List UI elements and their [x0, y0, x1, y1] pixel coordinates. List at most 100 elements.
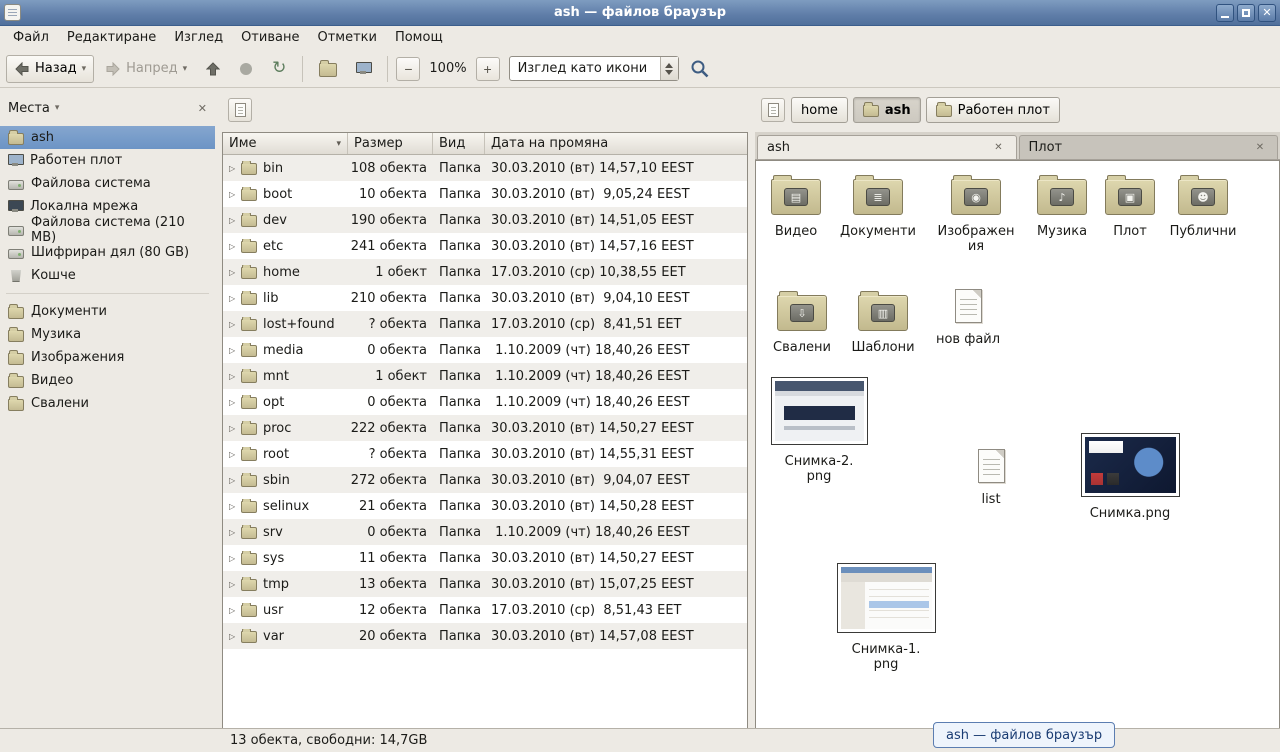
file-row[interactable]: ▷sbin272 обектаПапка30.03.2010 (вт) 9,04… — [223, 467, 747, 493]
sidebar-item[interactable]: Шифриран дял (80 GB) — [0, 241, 215, 264]
file-row[interactable]: ▷lost+found? обектаПапка17.03.2010 (ср) … — [223, 311, 747, 337]
expander-icon[interactable]: ▷ — [229, 190, 241, 199]
chevron-down-icon[interactable]: ▾ — [55, 103, 60, 113]
file-row[interactable]: ▷tmp13 обектаПапка30.03.2010 (вт) 15,07,… — [223, 571, 747, 597]
stop-button[interactable] — [231, 55, 261, 83]
column-header-date[interactable]: Дата на промяна — [485, 133, 747, 154]
expander-icon[interactable]: ▷ — [229, 242, 241, 251]
sidebar-close-icon[interactable]: ✕ — [198, 102, 207, 115]
icon-item[interactable]: ▤Видео — [756, 173, 836, 239]
expander-icon[interactable]: ▷ — [229, 502, 241, 511]
file-row[interactable]: ▷dev190 обектаПапка30.03.2010 (вт) 14,51… — [223, 207, 747, 233]
maximize-button[interactable] — [1237, 4, 1255, 22]
expander-icon[interactable]: ▷ — [229, 346, 241, 355]
icon-item[interactable]: ▥Шаблони — [843, 289, 923, 355]
icon-item[interactable]: Снимка-2. png — [770, 377, 868, 485]
menu-item[interactable]: Отиване — [232, 26, 308, 50]
expander-icon[interactable]: ▷ — [229, 372, 241, 381]
expander-icon[interactable]: ▷ — [229, 320, 241, 329]
file-row[interactable]: ▷mnt1 обектПапка 1.10.2009 (чт) 18,40,26… — [223, 363, 747, 389]
icon-item[interactable]: Снимка.png — [1080, 433, 1180, 521]
sidebar-item[interactable]: Кошче — [0, 264, 215, 287]
expander-icon[interactable]: ▷ — [229, 476, 241, 485]
expander-icon[interactable]: ▷ — [229, 268, 241, 277]
sidebar-item[interactable]: Работен плот — [0, 149, 215, 172]
icon-item[interactable]: ≣Документи — [838, 173, 918, 239]
icon-item[interactable]: ☻Публични — [1163, 173, 1243, 239]
file-row[interactable]: ▷srv0 обектаПапка 1.10.2009 (чт) 18,40,2… — [223, 519, 747, 545]
file-row[interactable]: ▷home1 обектПапка17.03.2010 (ср) 10,38,5… — [223, 259, 747, 285]
menu-item[interactable]: Отметки — [308, 26, 385, 50]
zoom-out-button[interactable]: − — [396, 57, 420, 81]
tab[interactable]: ash✕ — [757, 135, 1017, 159]
expander-icon[interactable]: ▷ — [229, 528, 241, 537]
spinner-icon[interactable] — [660, 57, 678, 80]
forward-button[interactable]: Напред ▾ — [97, 55, 195, 83]
expander-icon[interactable]: ▷ — [229, 398, 241, 407]
icon-item[interactable]: нов файл — [928, 289, 1008, 347]
icon-item[interactable]: list — [951, 449, 1031, 507]
expander-icon[interactable]: ▷ — [229, 580, 241, 589]
sidebar-item[interactable]: ash — [0, 126, 215, 149]
back-button[interactable]: Назад ▾ — [6, 55, 94, 83]
file-row[interactable]: ▷root? обектаПапка30.03.2010 (вт) 14,55,… — [223, 441, 747, 467]
expander-icon[interactable]: ▷ — [229, 606, 241, 615]
pane-splitter[interactable] — [215, 88, 222, 728]
file-row[interactable]: ▷selinux21 обектаПапка30.03.2010 (вт) 14… — [223, 493, 747, 519]
path-button[interactable]: ash — [853, 97, 921, 123]
titlebar[interactable]: ash — файлов браузър ✕ — [0, 0, 1280, 26]
sidebar-item[interactable]: Свалени — [0, 392, 215, 415]
taskbar-window-button[interactable]: ash — файлов браузър — [933, 722, 1115, 748]
sidebar-item[interactable]: Документи — [0, 300, 215, 323]
file-row[interactable]: ▷media0 обектаПапка 1.10.2009 (чт) 18,40… — [223, 337, 747, 363]
expander-icon[interactable]: ▷ — [229, 554, 241, 563]
tab-close-icon[interactable]: ✕ — [991, 140, 1007, 156]
sidebar-item[interactable]: Файлова система — [0, 172, 215, 195]
tab-close-icon[interactable]: ✕ — [1252, 140, 1268, 156]
sidebar-item[interactable]: Файлова система (210 MB) — [0, 218, 215, 241]
expander-icon[interactable]: ▷ — [229, 450, 241, 459]
expander-icon[interactable]: ▷ — [229, 216, 241, 225]
tab[interactable]: Плот✕ — [1019, 135, 1279, 159]
minimize-button[interactable] — [1216, 4, 1234, 22]
expander-icon[interactable]: ▷ — [229, 294, 241, 303]
menu-item[interactable]: Помощ — [386, 26, 452, 50]
close-button[interactable]: ✕ — [1258, 4, 1276, 22]
column-header-name[interactable]: Име ▾ — [223, 133, 348, 154]
expander-icon[interactable]: ▷ — [229, 424, 241, 433]
zoom-in-button[interactable]: + — [476, 57, 500, 81]
icon-item[interactable]: Снимка-1. png — [836, 563, 936, 673]
file-row[interactable]: ▷usr12 обектаПапка17.03.2010 (ср) 8,51,4… — [223, 597, 747, 623]
expander-icon[interactable]: ▷ — [229, 164, 241, 173]
column-header-size[interactable]: Размер — [348, 133, 433, 154]
location-toggle-button[interactable] — [228, 98, 252, 122]
file-row[interactable]: ▷etc241 обектаПапка30.03.2010 (вт) 14,57… — [223, 233, 747, 259]
sidebar-item[interactable]: Изображения — [0, 346, 215, 369]
file-row[interactable]: ▷bin108 обектаПапка30.03.2010 (вт) 14,57… — [223, 155, 747, 181]
file-row[interactable]: ▷boot10 обектаПапка30.03.2010 (вт) 9,05,… — [223, 181, 747, 207]
path-button[interactable]: Работен плот — [926, 97, 1060, 123]
file-row[interactable]: ▷opt0 обектаПапка 1.10.2009 (чт) 18,40,2… — [223, 389, 747, 415]
sidebar-item[interactable]: Музика — [0, 323, 215, 346]
menu-item[interactable]: Файл — [4, 26, 58, 50]
view-mode-select[interactable]: Изглед като икони — [509, 56, 679, 81]
icon-item[interactable]: ▣Плот — [1090, 173, 1170, 239]
search-button[interactable] — [690, 59, 710, 79]
icon-item[interactable]: ◉Изображен ия — [936, 173, 1016, 255]
home-button[interactable] — [311, 55, 345, 83]
icon-item[interactable]: ⇩Свалени — [762, 289, 842, 355]
column-header-type[interactable]: Вид — [433, 133, 485, 154]
menu-item[interactable]: Редактиране — [58, 26, 165, 50]
sidebar-item[interactable]: Видео — [0, 369, 215, 392]
pane-splitter[interactable] — [748, 88, 755, 728]
path-button[interactable]: home — [791, 97, 848, 123]
up-button[interactable] — [198, 55, 228, 83]
location-toggle-button[interactable] — [761, 98, 785, 122]
menu-item[interactable]: Изглед — [165, 26, 232, 50]
file-row[interactable]: ▷lib210 обектаПапка30.03.2010 (вт) 9,04,… — [223, 285, 747, 311]
reload-button[interactable]: ↻ — [264, 55, 294, 83]
file-row[interactable]: ▷var20 обектаПапка30.03.2010 (вт) 14,57,… — [223, 623, 747, 649]
file-row[interactable]: ▷sys11 обектаПапка30.03.2010 (вт) 14,50,… — [223, 545, 747, 571]
computer-button[interactable] — [348, 55, 379, 83]
file-row[interactable]: ▷proc222 обектаПапка30.03.2010 (вт) 14,5… — [223, 415, 747, 441]
